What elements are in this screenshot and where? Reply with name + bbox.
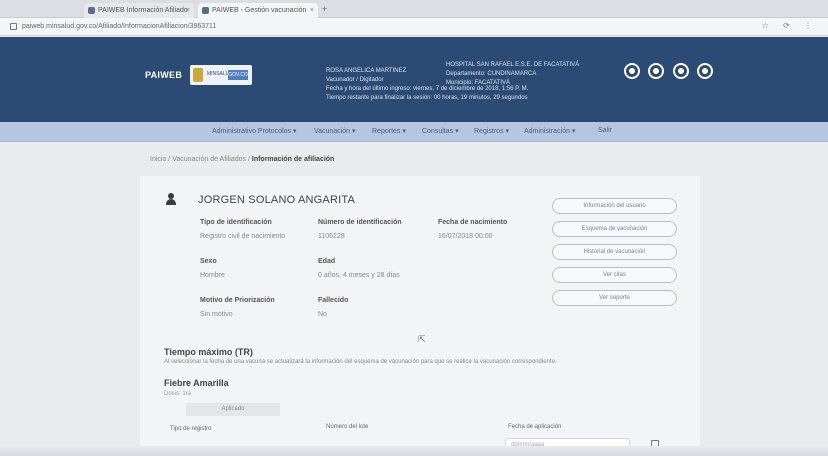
view-support-button[interactable]: Ver soporte [552, 290, 677, 306]
entity-city: Municipio: FACATATIVÁ [446, 80, 511, 86]
favicon-icon [202, 7, 209, 14]
screen-bottom-edge [0, 446, 828, 456]
entity-dept: Departamento: CUNDINAMARCA [446, 71, 537, 77]
settings-circle-icon[interactable] [648, 63, 665, 79]
entity-info: HOSPITAL SAN RAFAEL E.S.E. DE FACATATIVÁ… [446, 61, 579, 88]
field-value-age: 0 años, 4 meses y 28 días [318, 272, 400, 279]
lock-icon [10, 23, 17, 30]
lot-number-label: Número del lote [326, 424, 369, 430]
mouse-cursor-icon: ⇱ [418, 334, 426, 344]
nav-item-vacunacion[interactable]: Vacunación ▾ [314, 127, 356, 135]
breadcrumb-home[interactable]: Inicio [150, 156, 166, 163]
field-value-sex: Hombre [200, 272, 225, 279]
field-label-age: Edad [318, 258, 336, 265]
nav-item-salir[interactable]: Salir [598, 127, 612, 134]
favicon-icon [88, 7, 95, 14]
address-bar: paiweb.minsalud.gov.co/Afiliado/Informac… [0, 18, 828, 36]
field-value-id-type: Registro civil de nacimiento [200, 233, 286, 240]
vaccination-scheme-button[interactable]: Esquema de vacunación [552, 221, 677, 237]
breadcrumb-current: Información de afiliación [251, 156, 335, 163]
section-title: Tiempo máximo (TR) [164, 347, 253, 357]
close-tab-icon[interactable]: × [186, 3, 190, 18]
main-nav: Administrativo Protocolos ▾ Vacunación ▾… [0, 122, 828, 142]
vaccination-history-button[interactable]: Historial de vacunación [552, 244, 677, 260]
new-tab-button[interactable]: + [322, 4, 327, 14]
help-circle-icon[interactable] [672, 63, 689, 79]
section-description: Al seleccionar la fecha de una vacuna se… [164, 359, 557, 365]
shield-icon [193, 68, 203, 82]
view-appointments-button[interactable]: Ver citas [552, 267, 677, 283]
field-value-deceased: No [318, 311, 327, 318]
register-type-label: Tipo de registro [170, 426, 212, 432]
field-value-priority: Sin motivo [200, 311, 233, 318]
browser-tab-bar: PAIWEB Información Afiliado × PAIWEB - G… [0, 0, 828, 18]
url-field[interactable]: paiweb.minsalud.gov.co/Afiliado/Informac… [22, 21, 462, 33]
header-actions [624, 63, 717, 84]
person-name: JORGEN SOLANO ANGARITA [198, 194, 356, 206]
vaccine-title: Fiebre Amarilla [164, 378, 229, 388]
vaccine-dose: Dosis: 1ra [164, 391, 192, 397]
breadcrumb-middle[interactable]: Vacunación de Afiliados [172, 156, 246, 163]
applied-pill[interactable]: Aplicado [186, 403, 280, 416]
entity-name: HOSPITAL SAN RAFAEL E.S.E. DE FACATATIVÁ [446, 62, 580, 68]
field-value-birthdate: 16/07/2018 00:00 [438, 233, 493, 240]
person-icon [166, 193, 176, 205]
browser-tab[interactable]: PAIWEB Información Afiliado × [84, 3, 194, 18]
field-label-priority: Motivo de Priorización [200, 297, 275, 304]
app-header: PAIWEB MINSALUD GOV.CO ROSA ANGELICA MAR… [0, 37, 828, 122]
brand-logo[interactable]: PAIWEB [145, 70, 182, 80]
field-label-sex: Sexo [200, 258, 217, 265]
application-date-label: Fecha de aplicación [508, 424, 562, 430]
nav-item-reportes[interactable]: Reportes ▾ [372, 127, 406, 135]
nav-item-administracion[interactable]: Administración ▾ [524, 127, 575, 135]
browser-toolbar-icons[interactable]: ☆ ⟳ ⋮ [762, 21, 818, 30]
nav-item-protocolos[interactable]: Administrativo Protocolos ▾ [212, 127, 296, 135]
breadcrumb: Inicio / Vacunación de Afiliados / Infor… [150, 156, 335, 163]
field-label-id-number: Número de identificación [318, 219, 402, 226]
nav-item-consultas[interactable]: Consultas ▾ [422, 127, 459, 135]
browser-tab[interactable]: PAIWEB - Gestión vacunación × [198, 3, 318, 18]
user-circle-icon[interactable] [624, 63, 640, 79]
government-logo: MINSALUD GOV.CO [190, 65, 252, 85]
field-value-id-number: 1106228 [318, 233, 345, 240]
field-label-id-type: Tipo de identificación [200, 219, 272, 226]
session-timer: Tiempo restante para finalizar la sesión… [326, 95, 528, 101]
nav-item-registros[interactable]: Registros ▾ [474, 127, 509, 135]
logout-circle-icon[interactable] [697, 63, 714, 79]
field-label-birthdate: Fecha de nacimiento [438, 219, 508, 226]
close-tab-icon[interactable]: × [310, 3, 314, 18]
user-info-button[interactable]: Información del usuario [552, 198, 677, 214]
field-label-deceased: Fallecido [318, 297, 349, 304]
